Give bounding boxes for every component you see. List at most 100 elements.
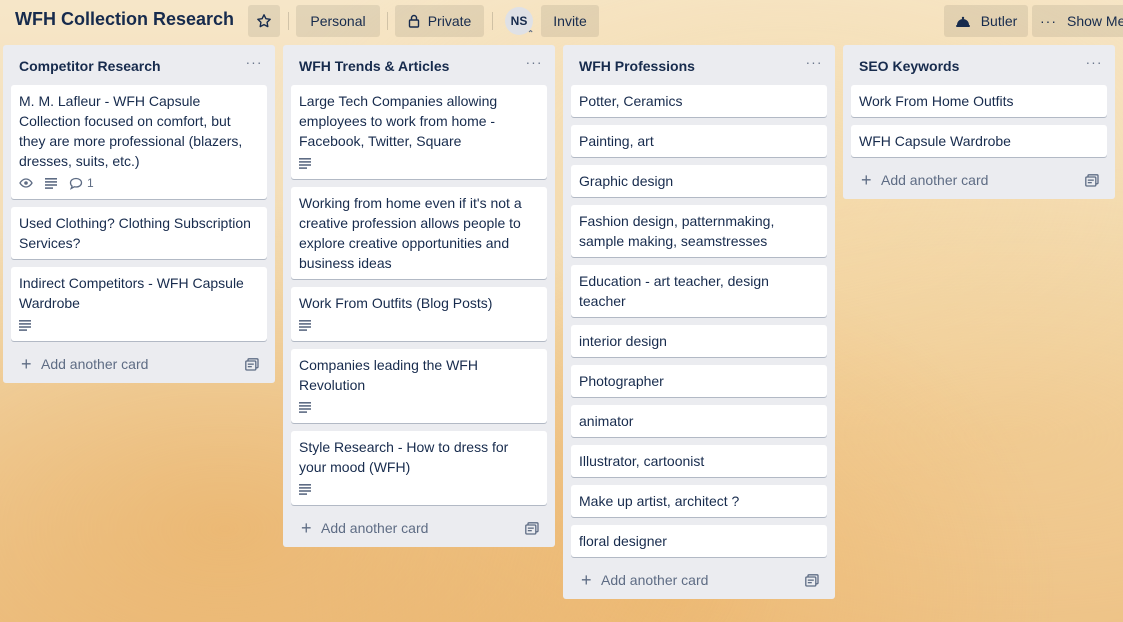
- card-title: Companies leading the WFH Revolution: [299, 357, 478, 393]
- card[interactable]: interior design: [571, 325, 827, 357]
- butler-icon: [955, 14, 971, 28]
- list-menu-icon[interactable]: ···: [1085, 55, 1103, 73]
- description-icon: [19, 319, 31, 331]
- add-card-label: Add another card: [41, 356, 149, 372]
- comment-icon: [69, 177, 83, 190]
- board-header: WFH Collection Research Personal Private…: [0, 0, 1123, 42]
- card-title: Indirect Competitors - WFH Capsule Wardr…: [19, 275, 244, 311]
- member-initials: NS: [510, 14, 528, 28]
- card-template-icon[interactable]: [805, 574, 819, 587]
- card[interactable]: Make up artist, architect ?: [571, 485, 827, 517]
- card-template-icon[interactable]: [525, 522, 539, 535]
- add-card-button[interactable]: + Add another card: [563, 563, 835, 599]
- card-title: Style Research - How to dress for your m…: [299, 439, 509, 475]
- card[interactable]: Companies leading the WFH Revolution: [291, 349, 547, 423]
- card[interactable]: WFH Capsule Wardrobe: [851, 125, 1107, 157]
- add-card-button[interactable]: + Add another card: [3, 347, 275, 383]
- card[interactable]: Potter, Ceramics: [571, 85, 827, 117]
- card-badges: [19, 315, 259, 335]
- card-title: WFH Capsule Wardrobe: [859, 133, 1011, 149]
- list-title[interactable]: Competitor Research: [19, 58, 161, 74]
- card-title: interior design: [579, 333, 667, 349]
- card-title: floral designer: [579, 533, 667, 549]
- list-header: SEO Keywords ···: [843, 45, 1115, 85]
- list-1: WFH Trends & Articles ··· Large Tech Compa…: [283, 45, 555, 547]
- header-divider: [492, 12, 493, 30]
- card-title: Work From Outfits (Blog Posts): [299, 295, 493, 311]
- card[interactable]: Used Clothing? Clothing Subscription Ser…: [11, 207, 267, 259]
- card[interactable]: M. M. Lafleur - WFH Capsule Collection f…: [11, 85, 267, 199]
- show-menu-button[interactable]: ··· Show Me: [1032, 5, 1123, 37]
- plus-icon: +: [21, 354, 32, 374]
- list-title[interactable]: SEO Keywords: [859, 58, 959, 74]
- invite-button[interactable]: Invite: [541, 5, 599, 37]
- add-card-button[interactable]: + Add another card: [283, 511, 555, 547]
- list-0: Competitor Research ··· M. M. Lafleur - WF…: [3, 45, 275, 383]
- card-template-icon[interactable]: [1085, 174, 1099, 187]
- card[interactable]: animator: [571, 405, 827, 437]
- card-badges: 1: [19, 173, 259, 193]
- member-avatar[interactable]: NS ⌃: [505, 7, 534, 38]
- card-title: Fashion design, patternmaking, sample ma…: [579, 213, 775, 249]
- card-badges: [299, 479, 539, 499]
- comment-count: 1: [87, 176, 94, 190]
- card[interactable]: Fashion design, patternmaking, sample ma…: [571, 205, 827, 257]
- card[interactable]: Work From Home Outfits: [851, 85, 1107, 117]
- list-header: WFH Professions ···: [563, 45, 835, 85]
- lock-icon: [408, 14, 420, 28]
- list-3: SEO Keywords ··· Work From Home Outfits WFH…: [843, 45, 1115, 199]
- list-header: WFH Trends & Articles ···: [283, 45, 555, 85]
- card[interactable]: Illustrator, cartoonist: [571, 445, 827, 477]
- butler-button[interactable]: Butler: [944, 5, 1028, 37]
- card[interactable]: Painting, art: [571, 125, 827, 157]
- card-title: Large Tech Companies allowing employees …: [299, 93, 498, 149]
- comment-badge: 1: [69, 173, 94, 193]
- list-title[interactable]: WFH Professions: [579, 58, 695, 74]
- card[interactable]: floral designer: [571, 525, 827, 557]
- plus-icon: +: [581, 570, 592, 590]
- star-icon: [256, 13, 272, 29]
- card[interactable]: Large Tech Companies allowing employees …: [291, 85, 547, 179]
- header-divider: [288, 12, 289, 30]
- card[interactable]: Style Research - How to dress for your m…: [291, 431, 547, 505]
- description-icon: [299, 401, 311, 413]
- add-card-button[interactable]: + Add another card: [843, 163, 1115, 199]
- card-title: Working from home even if it's not a cre…: [299, 195, 522, 271]
- board-title[interactable]: WFH Collection Research: [15, 9, 234, 30]
- card-list: Work From Home Outfits WFH Capsule Wardro…: [843, 85, 1115, 157]
- list-title[interactable]: WFH Trends & Articles: [299, 58, 449, 74]
- star-button[interactable]: [248, 5, 280, 37]
- card[interactable]: Education - art teacher, design teacher: [571, 265, 827, 317]
- card-template-icon[interactable]: [245, 358, 259, 371]
- card[interactable]: Indirect Competitors - WFH Capsule Wardr…: [11, 267, 267, 341]
- card-title: Used Clothing? Clothing Subscription Ser…: [19, 215, 251, 251]
- card[interactable]: Work From Outfits (Blog Posts): [291, 287, 547, 341]
- card-list: Large Tech Companies allowing employees …: [283, 85, 555, 505]
- list-menu-icon[interactable]: ···: [245, 55, 263, 73]
- card-title: Make up artist, architect ?: [579, 493, 740, 509]
- card-badges: [299, 397, 539, 417]
- add-card-label: Add another card: [881, 172, 989, 188]
- header-divider: [387, 12, 388, 30]
- card-title: Illustrator, cartoonist: [579, 453, 705, 469]
- card-badges: [299, 315, 539, 335]
- plus-icon: +: [861, 170, 872, 190]
- list-menu-icon[interactable]: ···: [525, 55, 543, 73]
- list-header: Competitor Research ···: [3, 45, 275, 85]
- butler-label: Butler: [980, 13, 1018, 29]
- card[interactable]: Graphic design: [571, 165, 827, 197]
- privacy-button[interactable]: Private: [395, 5, 484, 37]
- add-card-label: Add another card: [601, 572, 709, 588]
- card[interactable]: Photographer: [571, 365, 827, 397]
- add-card-label: Add another card: [321, 520, 429, 536]
- description-icon: [299, 483, 311, 495]
- description-icon: [299, 157, 311, 169]
- card[interactable]: Working from home even if it's not a cre…: [291, 187, 547, 279]
- eye-icon: [19, 177, 33, 189]
- card-title: Education - art teacher, design teacher: [579, 273, 769, 309]
- card-badges: [299, 153, 539, 173]
- card-list: Potter, Ceramics Painting, art Graphic des…: [563, 85, 835, 557]
- card-title: M. M. Lafleur - WFH Capsule Collection f…: [19, 93, 243, 169]
- list-menu-icon[interactable]: ···: [805, 55, 823, 73]
- team-visibility-button[interactable]: Personal: [296, 5, 380, 37]
